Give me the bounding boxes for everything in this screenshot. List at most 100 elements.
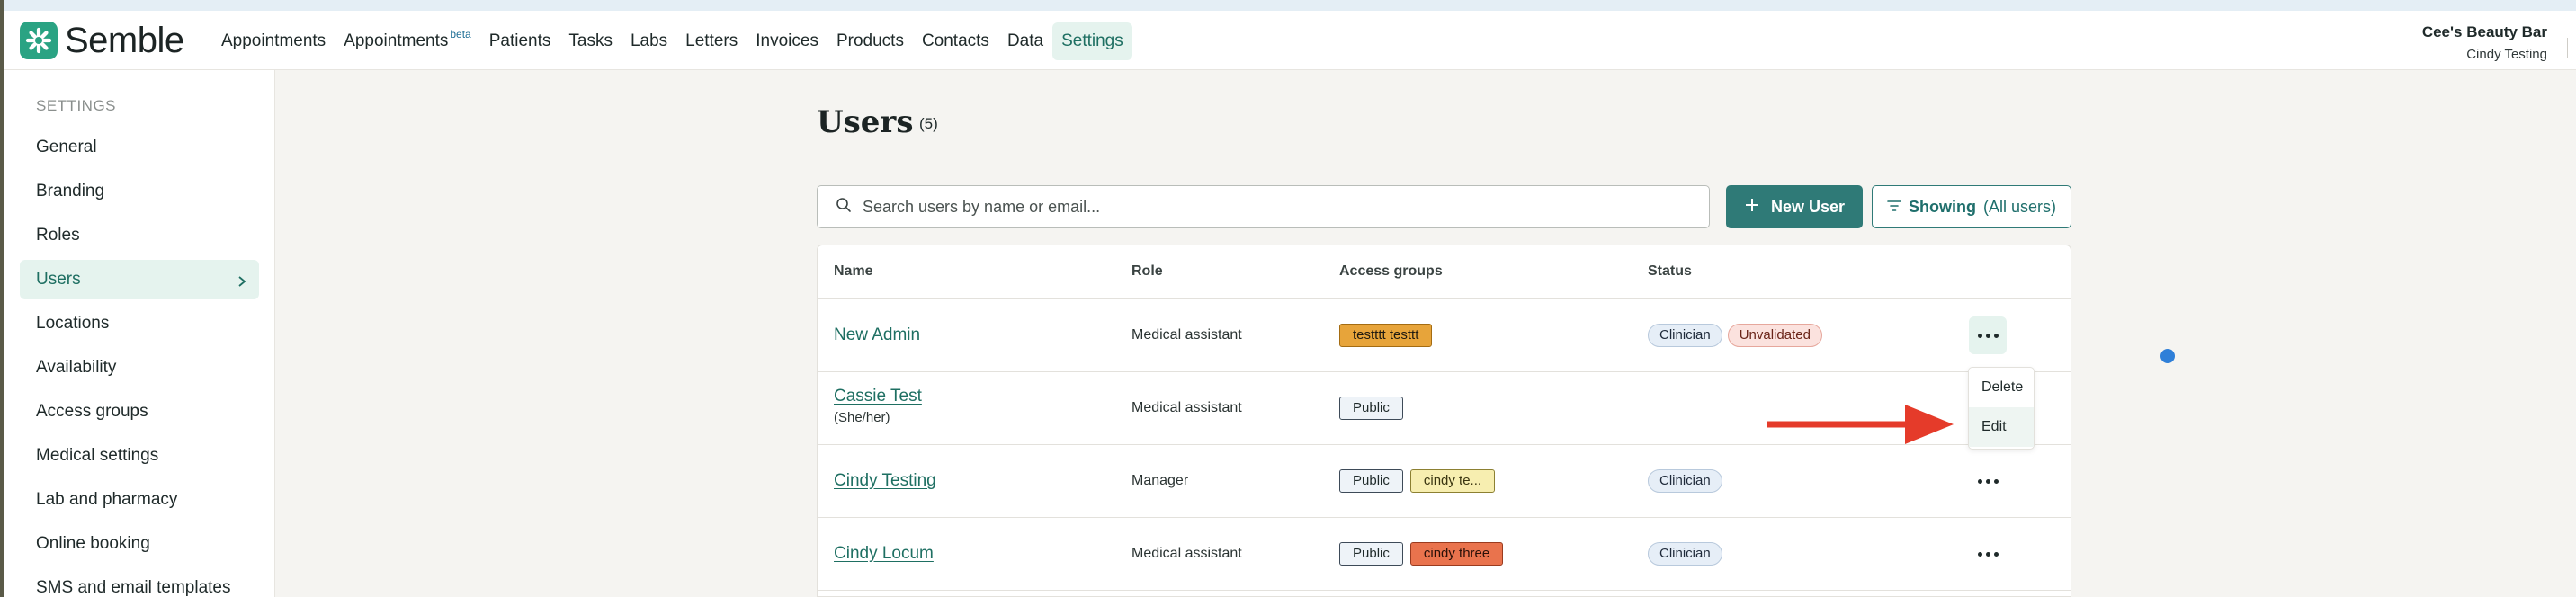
status-badge: Unvalidated [1727,324,1822,347]
settings-sidebar: SETTINGS General Branding Roles Users Locati… [4,70,275,597]
header-name[interactable]: Name [834,263,873,280]
showing-filter-button[interactable]: Showing (All users) [1872,185,2071,228]
nav-appointments-beta[interactable]: Appointments beta [335,22,480,60]
table-row: Cindy Locum Medical assistant Public cindy … [818,518,2071,591]
page-title: Users [817,104,914,140]
more-dot [1985,551,1990,557]
name-cell: Cindy Locum [834,544,934,564]
more-dot [1993,551,1999,557]
sidebar-item-online-booking[interactable]: Online booking [20,524,259,564]
new-user-label: New User [1770,197,1846,216]
more-actions-icon[interactable] [1969,462,2007,500]
nav-settings-label: Settings [1061,31,1123,50]
sidebar-item-access-groups[interactable]: Access groups [20,392,259,432]
more-dot [1993,333,1999,338]
sidebar-item-lab-and-pharmacy[interactable]: Lab and pharmacy [20,480,259,520]
sidebar-item-locations[interactable]: Locations [20,304,259,343]
row-actions-menu: Delete Edit [1968,367,2035,450]
top-navbar: Semble Appointments Appointments beta Patie… [4,11,2576,70]
nav-contacts[interactable]: Contacts [913,22,998,60]
plus-icon [1744,197,1760,218]
sidebar-item-medical-settings[interactable]: Medical settings [20,436,259,476]
semble-logo-icon [20,22,58,59]
nav-settings[interactable]: Settings [1052,22,1132,60]
more-dot [1977,333,1982,338]
filter-icon [1887,198,1901,217]
nav-appointments[interactable]: Appointments [212,22,335,60]
access-group-tag: testttt testtt [1339,324,1433,347]
semble-logo[interactable]: Semble [20,20,184,61]
nav-appointments-label: Appointments [221,31,326,50]
search-box[interactable] [817,185,1710,228]
sidebar-item-label: Availability [36,358,117,377]
role-cell: Medical assistant [1131,327,1242,343]
sidebar-title: SETTINGS [36,97,117,114]
search-input[interactable] [863,197,1672,217]
org-name: Cee's Beauty Bar [2421,23,2547,40]
new-user-button[interactable]: New User [1726,185,1863,228]
nav-data[interactable]: Data [998,22,1052,60]
header-status[interactable]: Status [1648,263,1692,280]
more-dot [1977,551,1982,557]
brand-name: Semble [65,20,184,60]
org-switcher[interactable]: Cee's Beauty Bar Cindy Testing [2422,23,2547,62]
access-group-tag: Public [1339,542,1403,566]
nav-letters-label: Letters [685,31,738,50]
sidebar-item-label: Branding [36,182,105,200]
nav-invoices[interactable]: Invoices [747,22,827,60]
user-name-link[interactable]: Cassie Test [834,387,922,406]
table-header: Name Role Access groups Status [818,245,2071,299]
sidebar-item-label: Locations [36,314,110,333]
nav-labs[interactable]: Labs [622,22,676,60]
name-cell: Cassie Test (She/her) [834,387,922,425]
nav-patients[interactable]: Patients [480,22,560,60]
access-group-tag: cindy three [1409,542,1504,566]
browser-top-strip [0,0,2576,11]
more-dot [1977,478,1982,484]
more-dot [1985,333,1990,338]
user-name-link[interactable]: New Admin [834,325,920,345]
chevron-right-icon [237,273,246,293]
user-count: (5) [919,115,938,132]
sidebar-item-label: SMS and email templates [36,578,231,597]
sidebar-item-branding[interactable]: Branding [20,172,259,211]
nav-labs-label: Labs [630,31,668,50]
sidebar-item-label: General [36,138,97,156]
mouse-cursor-dot [2160,349,2175,363]
status-badge: Clinician [1648,542,1722,566]
search-icon [836,197,852,218]
status-badge: Clinician [1648,469,1722,493]
more-actions-icon[interactable] [1969,535,2007,573]
access-groups-cell: Public [1339,397,1410,420]
status-cell: Clinician Unvalidated [1648,324,1828,347]
nav-products[interactable]: Products [827,22,913,60]
sidebar-item-sms-and-email-templates[interactable]: SMS and email templates [20,568,259,597]
nav-patients-label: Patients [488,31,551,50]
user-name-link[interactable]: Cindy Testing [834,471,936,491]
delete-menu-item[interactable]: Delete [1969,368,2034,407]
nav-tasks[interactable]: Tasks [559,22,622,60]
nav-invoices-label: Invoices [756,31,818,50]
account-menu-handle[interactable] [2567,38,2576,58]
status-cell: Clinician [1648,469,1728,493]
sidebar-item-roles[interactable]: Roles [20,216,259,255]
name-cell: New Admin [834,325,920,345]
nav-appointments-beta-label: Appointments [344,31,449,50]
beta-badge: beta [450,28,471,40]
access-group-tag: cindy te... [1409,469,1496,493]
header-role[interactable]: Role [1131,263,1163,280]
table-row: Cindy Testing Manager Public cindy te... Cli… [818,445,2071,518]
sidebar-item-general[interactable]: General [20,128,259,167]
edit-menu-item[interactable]: Edit [1969,407,2034,447]
nav-data-label: Data [1006,31,1044,50]
showing-label: Showing [1908,197,1976,216]
sidebar-item-users[interactable]: Users [20,260,259,299]
access-groups-cell: testttt testtt [1339,324,1439,347]
user-name-link[interactable]: Cindy Locum [834,544,934,564]
sidebar-item-availability[interactable]: Availability [20,348,259,388]
status-cell: Clinician [1648,542,1728,566]
sidebar-item-label: Online booking [36,534,150,553]
more-actions-icon[interactable] [1969,316,2007,354]
header-access-groups[interactable]: Access groups [1339,263,1443,280]
nav-letters[interactable]: Letters [676,22,747,60]
